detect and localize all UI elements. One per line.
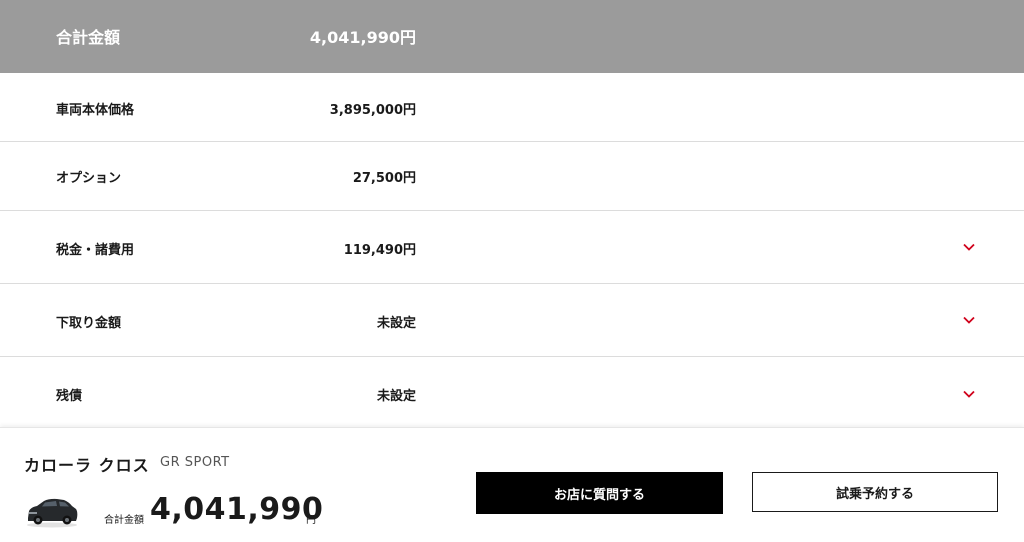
chevron-down-icon[interactable] (962, 313, 976, 327)
row-value: 未設定 (376, 389, 416, 404)
total-label: 合計金額 (56, 28, 121, 47)
row-value: 3,895,000円 (329, 103, 416, 118)
footer-total-label: 合計金額 (104, 515, 144, 526)
row-label: 残債 (56, 389, 83, 404)
row-label: 下取り金額 (56, 316, 122, 331)
price-row-remaining-debt[interactable]: 残債 未設定 (0, 357, 1024, 427)
sticky-footer: カローラ クロス GR SPORT 合計金額 4,041,990 円 お店に質問… (0, 427, 1024, 542)
price-row-vehicle: 車両本体価格 3,895,000円 (0, 73, 1024, 142)
price-row-trade-in[interactable]: 下取り金額 未設定 (0, 284, 1024, 357)
row-value: 119,490円 (343, 243, 416, 258)
model-name: カローラ クロス (24, 456, 150, 475)
car-thumbnail-icon (27, 498, 78, 528)
chevron-down-icon[interactable] (962, 387, 976, 401)
ask-store-button[interactable]: お店に質問する (476, 472, 723, 514)
row-label: 車両本体価格 (56, 103, 135, 118)
test-drive-button[interactable]: 試乗予約する (752, 472, 998, 512)
row-label: 税金・諸費用 (56, 243, 135, 258)
row-value: 未設定 (376, 316, 416, 331)
footer-total-unit: 円 (306, 515, 316, 526)
row-value: 27,500円 (352, 171, 416, 186)
grade-name: GR SPORT (160, 455, 230, 470)
row-label: オプション (56, 171, 122, 186)
total-value: 4,041,990円 (309, 28, 416, 47)
total-summary-header: 合計金額 4,041,990円 (0, 0, 1024, 73)
footer-total-value: 4,041,990 (150, 492, 324, 527)
chevron-down-icon[interactable] (962, 240, 976, 254)
price-row-options: オプション 27,500円 (0, 142, 1024, 211)
price-row-taxes-fees[interactable]: 税金・諸費用 119,490円 (0, 211, 1024, 284)
